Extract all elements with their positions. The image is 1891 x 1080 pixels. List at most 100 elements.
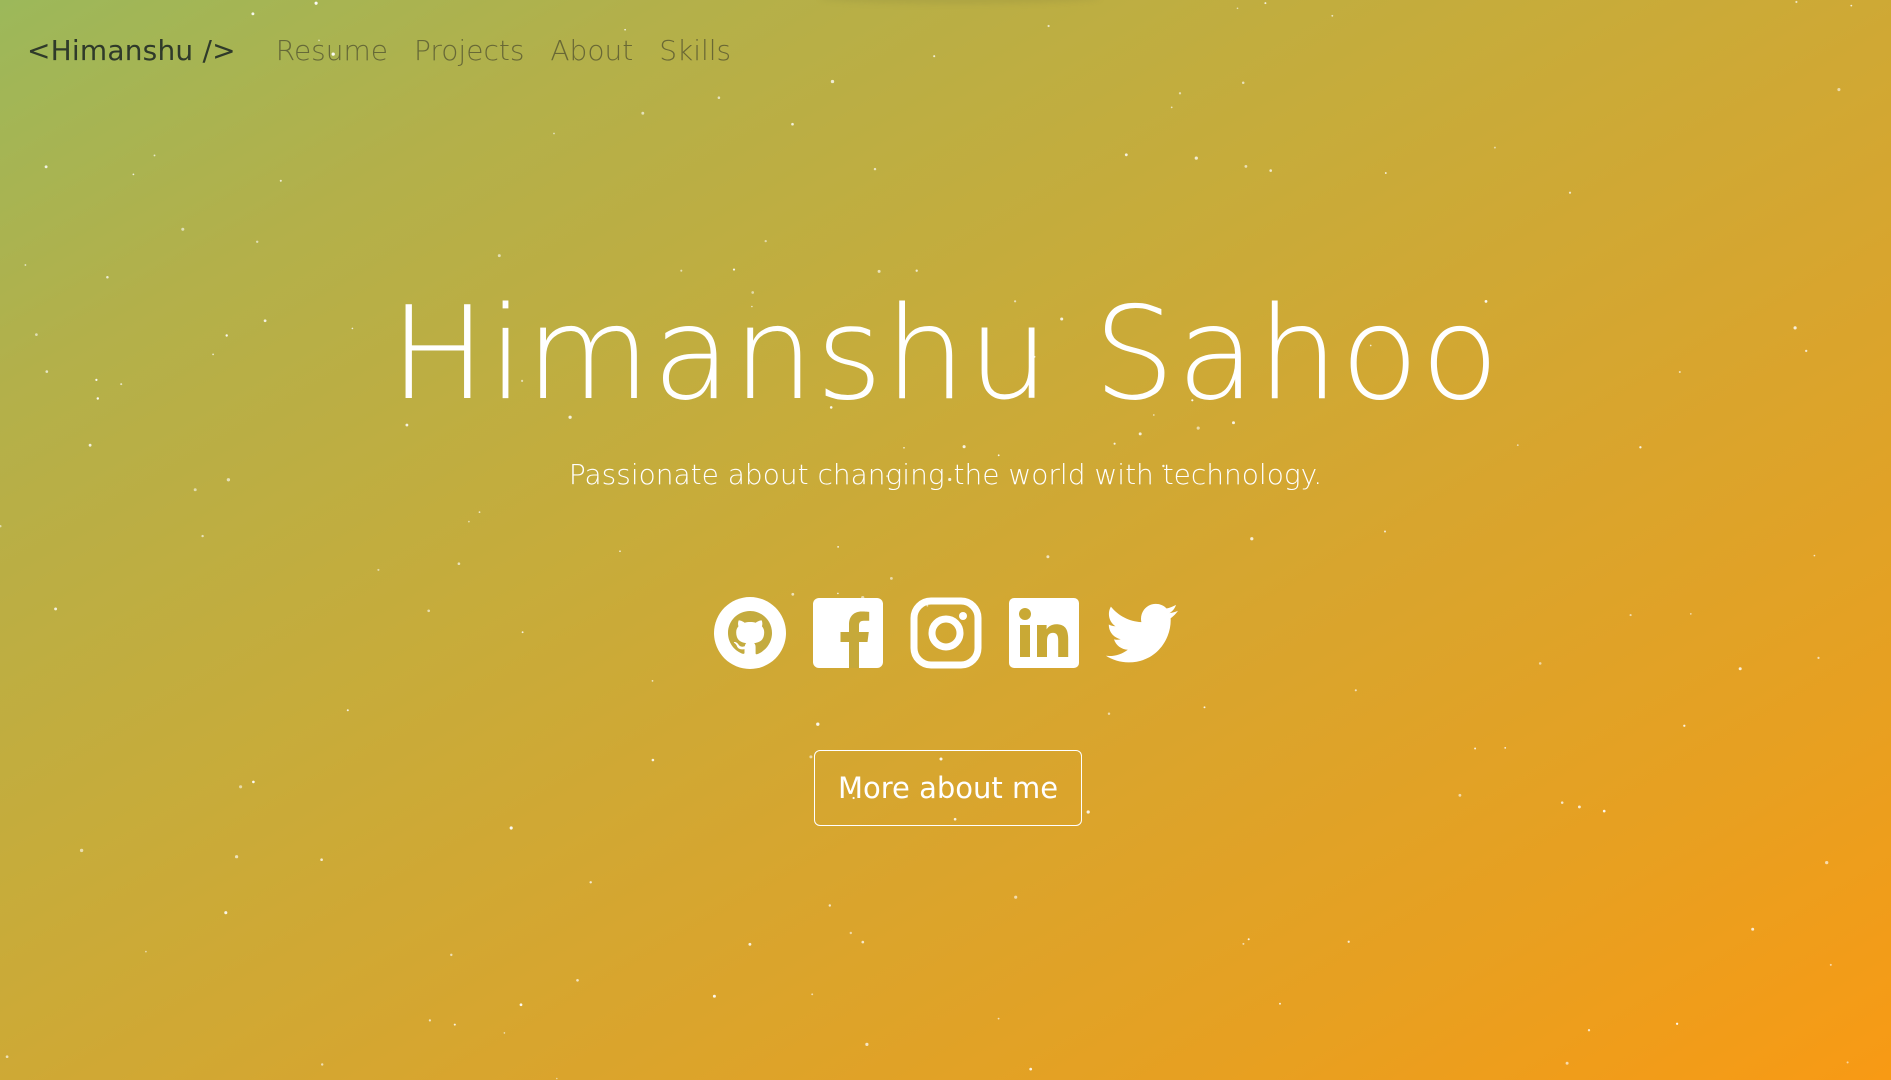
star-dot xyxy=(1683,724,1686,727)
star-dot xyxy=(320,858,323,862)
star-dot xyxy=(457,562,461,566)
star-dot xyxy=(865,1042,869,1046)
star-dot xyxy=(589,881,592,884)
star-dot xyxy=(1203,706,1206,709)
star-dot xyxy=(1504,747,1507,749)
star-dot xyxy=(279,179,282,182)
star-dot xyxy=(1107,712,1111,716)
star-dot xyxy=(1384,172,1387,174)
nav-links: Resume Projects About Skills xyxy=(276,34,731,67)
star-dot xyxy=(453,1023,456,1026)
star-dot xyxy=(748,942,752,946)
more-about-me-button[interactable]: More about me xyxy=(814,750,1082,826)
star-dot xyxy=(873,167,877,171)
star-dot xyxy=(1046,555,1050,559)
star-dot xyxy=(1675,1022,1679,1025)
star-dot xyxy=(712,994,716,998)
navbar: <Himanshu /> Resume Projects About Skill… xyxy=(0,0,1891,100)
star-dot xyxy=(1244,164,1248,168)
star-dot xyxy=(0,524,2,528)
star-dot xyxy=(1825,860,1829,865)
star-dot xyxy=(1029,1067,1033,1071)
star-dot xyxy=(478,511,481,513)
star-dot xyxy=(1565,1061,1569,1065)
star-dot xyxy=(1014,895,1018,899)
star-dot xyxy=(1247,938,1250,941)
hero-title: Himanshu Sahoo xyxy=(389,280,1502,429)
star-dot xyxy=(1242,942,1245,945)
star-dot xyxy=(497,254,501,258)
star-dot xyxy=(1279,1002,1281,1005)
star-dot xyxy=(811,993,814,996)
star-dot xyxy=(132,173,135,176)
star-dot xyxy=(1829,963,1832,966)
star-dot xyxy=(145,950,147,953)
star-dot xyxy=(428,1019,432,1022)
nav-link-projects[interactable]: Projects xyxy=(414,34,524,67)
star-dot xyxy=(1577,805,1581,809)
star-dot xyxy=(1568,191,1572,194)
github-icon[interactable] xyxy=(713,596,787,670)
star-dot xyxy=(1383,530,1387,533)
star-dot xyxy=(651,680,654,682)
star-dot xyxy=(1846,1061,1849,1064)
star-dot xyxy=(252,780,255,784)
star-dot xyxy=(1587,1029,1591,1032)
star-dot xyxy=(809,755,813,759)
star-dot xyxy=(861,940,865,944)
social-links xyxy=(0,596,1891,670)
twitter-icon[interactable] xyxy=(1105,596,1179,670)
nav-link-skills[interactable]: Skills xyxy=(659,34,731,67)
star-dot xyxy=(1250,537,1254,541)
star-dot xyxy=(24,264,27,266)
star-dot xyxy=(997,1017,1000,1020)
star-dot xyxy=(1560,801,1564,804)
star-dot xyxy=(1124,153,1128,157)
star-dot xyxy=(791,122,794,126)
star-dot xyxy=(1474,747,1477,750)
star-dot xyxy=(651,758,655,762)
star-dot xyxy=(837,592,839,595)
facebook-icon[interactable] xyxy=(811,596,885,670)
star-dot xyxy=(889,576,893,580)
star-dot xyxy=(1170,106,1173,109)
star-dot xyxy=(377,568,380,571)
star-dot xyxy=(181,227,185,231)
star-dot xyxy=(641,111,645,115)
starfield-background xyxy=(0,0,1853,1080)
star-dot xyxy=(153,154,156,157)
star-dot xyxy=(44,165,48,169)
star-dot xyxy=(79,848,84,853)
star-dot xyxy=(468,520,470,523)
linkedin-icon[interactable] xyxy=(1007,596,1081,670)
star-dot xyxy=(576,978,579,982)
star-dot xyxy=(555,1077,558,1080)
star-dot xyxy=(450,953,453,957)
star-dot xyxy=(1602,809,1606,813)
star-dot xyxy=(619,550,621,553)
nav-link-resume[interactable]: Resume xyxy=(276,34,388,67)
star-dot xyxy=(1813,554,1816,557)
star-dot xyxy=(1086,810,1090,814)
star-dot xyxy=(828,904,832,907)
hero-section: Himanshu Sahoo Passionate about changing… xyxy=(0,270,1891,491)
star-dot xyxy=(5,1055,9,1059)
star-dot xyxy=(1493,146,1496,149)
brand-logo-link[interactable]: <Himanshu /> xyxy=(27,34,236,67)
star-dot xyxy=(239,785,243,789)
star-dot xyxy=(849,931,852,935)
star-dot xyxy=(1751,927,1755,931)
star-dot xyxy=(234,855,239,859)
star-dot xyxy=(224,911,228,915)
star-dot xyxy=(1458,793,1462,797)
star-dot xyxy=(503,1032,506,1034)
star-dot xyxy=(1194,156,1198,160)
star-dot xyxy=(764,239,767,243)
nav-link-about[interactable]: About xyxy=(550,34,633,67)
instagram-icon[interactable] xyxy=(909,596,983,670)
star-dot xyxy=(346,709,349,712)
star-dot xyxy=(816,722,820,726)
star-dot xyxy=(553,132,555,135)
hero-subtitle: Passionate about changing the world with… xyxy=(568,458,1323,491)
star-dot xyxy=(509,826,513,830)
